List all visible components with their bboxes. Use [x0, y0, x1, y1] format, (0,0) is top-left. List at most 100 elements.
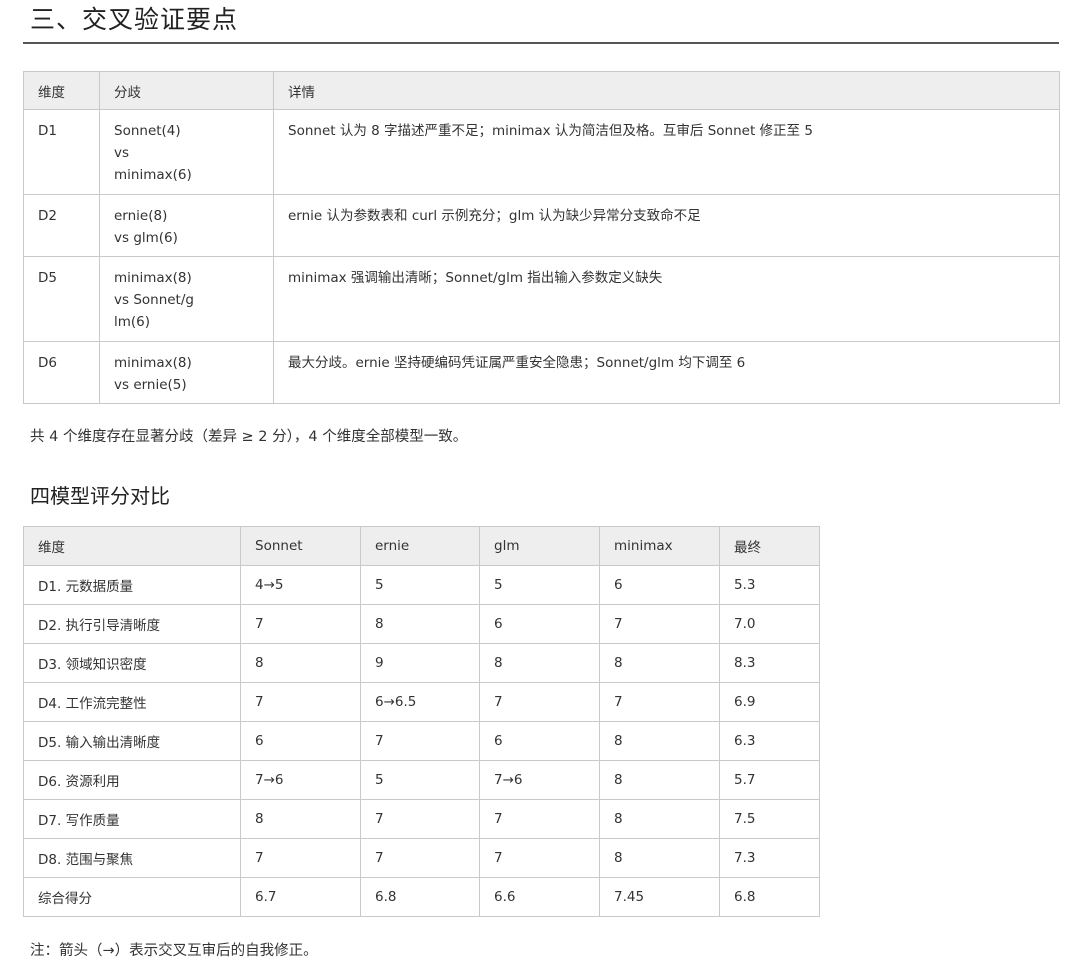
table-row: D5. 输入输出清晰度 6 7 6 8 6.3	[23, 721, 820, 761]
final-score: 5.3	[719, 565, 820, 605]
header-minimax: minimax	[599, 526, 720, 566]
dimension-cell: D4. 工作流完整性	[23, 682, 241, 722]
footnote: 注：箭头（→）表示交叉互审后的自我修正。	[30, 943, 318, 959]
table-row: D6. 资源利用 7→6 5 7→6 8 5.7	[23, 760, 820, 800]
minimax-score: 6	[599, 565, 720, 605]
glm-score: 6.6	[479, 877, 600, 917]
sonnet-score: 7→6	[240, 760, 361, 800]
dimension-cell: D6. 资源利用	[23, 760, 241, 800]
section-title: 三、交叉验证要点	[30, 5, 239, 34]
minimax-score: 8	[599, 721, 720, 761]
dimension-cell: D2. 执行引导清晰度	[23, 604, 241, 644]
dimension-cell: D5	[23, 256, 100, 342]
divergence-cell: Sonnet(4) vs minimax(6)	[99, 109, 274, 195]
divergence-line: lm(6)	[114, 314, 151, 330]
table-row: D6 minimax(8) vs ernie(5) 最大分歧。ernie 坚持硬…	[23, 341, 1060, 404]
sonnet-score: 7	[240, 604, 361, 644]
score-table-header: 维度 Sonnet ernie glm minimax 最终	[23, 526, 820, 566]
glm-score: 6	[479, 721, 600, 761]
header-dimension: 维度	[23, 526, 241, 566]
divergence-summary: 共 4 个维度存在显著分歧（差异 ≥ 2 分），4 个维度全部模型一致。	[30, 429, 468, 445]
divergence-line: minimax(8)	[114, 270, 192, 286]
sonnet-score: 7	[240, 682, 361, 722]
dimension-cell: D5. 输入输出清晰度	[23, 721, 241, 761]
divergence-table: 维度 分歧 详情 D1 Sonnet(4) vs minimax(6) Sonn…	[23, 71, 1060, 404]
ernie-score: 5	[360, 565, 480, 605]
minimax-score: 7	[599, 604, 720, 644]
minimax-score: 8	[599, 838, 720, 878]
sonnet-score: 8	[240, 643, 361, 683]
divergence-cell: minimax(8) vs ernie(5)	[99, 341, 274, 404]
ernie-score: 7	[360, 799, 480, 839]
glm-score: 6	[479, 604, 600, 644]
comparison-title: 四模型评分对比	[30, 484, 170, 508]
divergence-line: vs	[114, 145, 130, 161]
final-score: 7.0	[719, 604, 820, 644]
final-score: 7.5	[719, 799, 820, 839]
table-row: D5 minimax(8) vs Sonnet/g lm(6) minimax …	[23, 256, 1060, 342]
detail-cell: minimax 强调输出清晰；Sonnet/glm 指出输入参数定义缺失	[273, 256, 1060, 342]
header-final: 最终	[719, 526, 820, 566]
header-sonnet: Sonnet	[240, 526, 361, 566]
divergence-line: vs ernie(5)	[114, 377, 187, 393]
glm-score: 7	[479, 838, 600, 878]
sonnet-score: 6.7	[240, 877, 361, 917]
dimension-cell: D1. 元数据质量	[23, 565, 241, 605]
ernie-score: 5	[360, 760, 480, 800]
ernie-score: 9	[360, 643, 480, 683]
divergence-line: ernie(8)	[114, 208, 168, 224]
table-row: D2 ernie(8) vs glm(6) ernie 认为参数表和 curl …	[23, 194, 1060, 257]
ernie-score: 7	[360, 838, 480, 878]
detail-cell: Sonnet 认为 8 字描述严重不足；minimax 认为简洁但及格。互审后 …	[273, 109, 1060, 195]
divergence-line: Sonnet(4)	[114, 123, 181, 139]
dimension-cell: D1	[23, 109, 100, 195]
dimension-cell: 综合得分	[23, 877, 241, 917]
dimension-cell: D8. 范围与聚焦	[23, 838, 241, 878]
dimension-cell: D3. 领域知识密度	[23, 643, 241, 683]
sonnet-score: 7	[240, 838, 361, 878]
divergence-line: vs glm(6)	[114, 230, 178, 246]
table-row: D4. 工作流完整性 7 6→6.5 7 7 6.9	[23, 682, 820, 722]
minimax-score: 8	[599, 643, 720, 683]
divergence-line: minimax(6)	[114, 167, 192, 183]
sonnet-score: 4→5	[240, 565, 361, 605]
glm-score: 5	[479, 565, 600, 605]
ernie-score: 8	[360, 604, 480, 644]
total-row: 综合得分 6.7 6.8 6.6 7.45 6.8	[23, 877, 820, 917]
table-row: D1. 元数据质量 4→5 5 5 6 5.3	[23, 565, 820, 605]
ernie-score: 7	[360, 721, 480, 761]
ernie-score: 6→6.5	[360, 682, 480, 722]
score-comparison-table: 维度 Sonnet ernie glm minimax 最终 D1. 元数据质量…	[23, 526, 820, 917]
detail-cell: 最大分歧。ernie 坚持硬编码凭证属严重安全隐患；Sonnet/glm 均下调…	[273, 341, 1060, 404]
glm-score: 7	[479, 799, 600, 839]
sonnet-score: 8	[240, 799, 361, 839]
table-row: D8. 范围与聚焦 7 7 7 8 7.3	[23, 838, 820, 878]
glm-score: 7→6	[479, 760, 600, 800]
minimax-score: 7	[599, 682, 720, 722]
divergence-line: vs Sonnet/g	[114, 292, 194, 308]
detail-cell: ernie 认为参数表和 curl 示例充分；glm 认为缺少异常分支致命不足	[273, 194, 1060, 257]
divergence-cell: ernie(8) vs glm(6)	[99, 194, 274, 257]
final-score: 6.9	[719, 682, 820, 722]
final-score: 8.3	[719, 643, 820, 683]
minimax-score: 8	[599, 799, 720, 839]
table-row: D3. 领域知识密度 8 9 8 8 8.3	[23, 643, 820, 683]
table-row: D1 Sonnet(4) vs minimax(6) Sonnet 认为 8 字…	[23, 109, 1060, 195]
glm-score: 8	[479, 643, 600, 683]
dimension-cell: D6	[23, 341, 100, 404]
ernie-score: 6.8	[360, 877, 480, 917]
dimension-cell: D7. 写作质量	[23, 799, 241, 839]
divergence-cell: minimax(8) vs Sonnet/g lm(6)	[99, 256, 274, 342]
table-row: D7. 写作质量 8 7 7 8 7.5	[23, 799, 820, 839]
divergence-line: minimax(8)	[114, 355, 192, 371]
header-glm: glm	[479, 526, 600, 566]
divergence-table-header: 维度 分歧 详情	[23, 71, 1060, 110]
table-row: D2. 执行引导清晰度 7 8 6 7 7.0	[23, 604, 820, 644]
minimax-score: 8	[599, 760, 720, 800]
dimension-cell: D2	[23, 194, 100, 257]
header-dimension: 维度	[23, 71, 100, 110]
header-detail: 详情	[273, 71, 1060, 110]
section-divider	[23, 42, 1059, 44]
header-divergence: 分歧	[99, 71, 274, 110]
final-score: 6.3	[719, 721, 820, 761]
